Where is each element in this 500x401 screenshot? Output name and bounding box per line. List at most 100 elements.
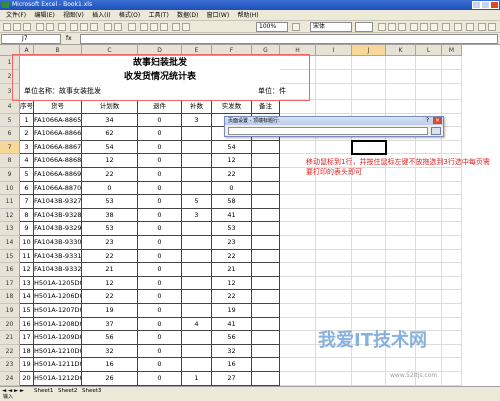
- table-data-cell[interactable]: 53: [212, 222, 252, 236]
- grid-cell[interactable]: [352, 56, 386, 70]
- table-data-cell[interactable]: H501A-1209D0: [34, 331, 82, 345]
- table-data-cell[interactable]: [182, 222, 212, 236]
- grid-cell[interactable]: [316, 290, 352, 304]
- table-data-cell[interactable]: 19: [20, 358, 34, 372]
- column-header-g[interactable]: G: [252, 45, 280, 56]
- table-header-cell[interactable]: 备注: [252, 100, 280, 114]
- table-data-cell[interactable]: [252, 344, 280, 359]
- table-data-cell[interactable]: 0: [138, 331, 182, 345]
- table-data-cell[interactable]: [182, 276, 212, 291]
- grid-cell[interactable]: [316, 181, 352, 196]
- table-data-cell[interactable]: 22: [82, 168, 138, 182]
- menu-file[interactable]: 文件(F): [6, 10, 26, 21]
- table-data-cell[interactable]: H501A-1212D0: [34, 372, 82, 386]
- table-data-cell[interactable]: 2: [20, 127, 34, 141]
- grid-cell[interactable]: [442, 317, 462, 332]
- table-data-cell[interactable]: 0: [138, 140, 182, 155]
- row-header-11[interactable]: 11: [0, 195, 20, 209]
- column-header-h[interactable]: H: [280, 45, 316, 56]
- table-data-cell[interactable]: FA1066A-8870CE: [34, 181, 82, 196]
- grid-cell[interactable]: [416, 249, 442, 264]
- row-header-15[interactable]: 15: [0, 249, 20, 264]
- table-data-cell[interactable]: FA1066A-8866CE: [34, 127, 82, 141]
- grid-cell[interactable]: [442, 304, 462, 318]
- table-data-cell[interactable]: 0: [138, 249, 182, 264]
- grid-cell[interactable]: [416, 56, 442, 70]
- table-data-cell[interactable]: 0: [138, 208, 182, 223]
- table-data-cell[interactable]: [182, 249, 212, 264]
- grid-cell[interactable]: [316, 358, 352, 372]
- grid-cell[interactable]: [352, 304, 386, 318]
- table-data-cell[interactable]: 56: [212, 331, 252, 345]
- align-center-icon[interactable]: [420, 23, 428, 31]
- grid-cell[interactable]: [280, 331, 316, 345]
- column-header-f[interactable]: F: [212, 45, 252, 56]
- table-data-cell[interactable]: 26: [82, 372, 138, 386]
- font-size-select[interactable]: [355, 22, 373, 32]
- row-header-8[interactable]: 8: [0, 154, 20, 168]
- grid-cell[interactable]: [442, 236, 462, 250]
- row-header-4[interactable]: 4: [0, 100, 20, 114]
- grid-cell[interactable]: [442, 70, 462, 84]
- grid-cell[interactable]: [386, 140, 416, 155]
- grid-cell[interactable]: [352, 181, 386, 196]
- grid-cell[interactable]: [316, 84, 352, 100]
- grid-cell[interactable]: [416, 100, 442, 114]
- table-data-cell[interactable]: 58: [212, 195, 252, 209]
- grid-cell[interactable]: [316, 195, 352, 209]
- table-data-cell[interactable]: 0: [138, 154, 182, 168]
- table-data-cell[interactable]: [182, 140, 212, 155]
- grid-cell[interactable]: [280, 358, 316, 372]
- table-data-cell[interactable]: 15: [20, 304, 34, 318]
- row-header-18[interactable]: 18: [0, 290, 20, 304]
- table-data-cell[interactable]: 34: [82, 113, 138, 128]
- grid-cell[interactable]: [386, 181, 416, 196]
- grid-cell[interactable]: [352, 100, 386, 114]
- grid-cell[interactable]: [316, 304, 352, 318]
- grid-cell[interactable]: [316, 140, 352, 155]
- table-data-cell[interactable]: 19: [82, 304, 138, 318]
- grid-cell[interactable]: [280, 208, 316, 223]
- menu-help[interactable]: 帮助(H): [237, 10, 258, 21]
- table-data-cell[interactable]: 38: [82, 208, 138, 223]
- table-data-cell[interactable]: 20: [20, 372, 34, 386]
- table-data-cell[interactable]: [182, 236, 212, 250]
- table-data-cell[interactable]: 21: [212, 263, 252, 277]
- table-header-cell[interactable]: 货号: [34, 100, 82, 114]
- table-data-cell[interactable]: 5: [20, 168, 34, 182]
- table-data-cell[interactable]: 5: [182, 195, 212, 209]
- table-data-cell[interactable]: 41: [212, 317, 252, 332]
- table-data-cell[interactable]: 16: [20, 317, 34, 332]
- grid-cell[interactable]: [416, 304, 442, 318]
- grid-cell[interactable]: [352, 84, 386, 100]
- table-data-cell[interactable]: 0: [138, 168, 182, 182]
- table-data-cell[interactable]: FA1043B-9330BE: [34, 236, 82, 250]
- table-data-cell[interactable]: 54: [212, 140, 252, 155]
- menu-view[interactable]: 视图(V): [63, 10, 84, 21]
- chart-wizard-icon[interactable]: [172, 23, 180, 31]
- merge-center-icon[interactable]: [442, 23, 450, 31]
- table-data-cell[interactable]: [252, 208, 280, 223]
- grid-cell[interactable]: [442, 56, 462, 70]
- grid-cell[interactable]: [442, 249, 462, 264]
- column-header-c[interactable]: C: [82, 45, 138, 56]
- spellcheck-icon[interactable]: [58, 23, 66, 31]
- table-data-cell[interactable]: 7: [20, 195, 34, 209]
- row-header-12[interactable]: 12: [0, 208, 20, 223]
- grid-cell[interactable]: [442, 358, 462, 372]
- table-data-cell[interactable]: 18: [20, 344, 34, 359]
- grid-cell[interactable]: [416, 195, 442, 209]
- table-data-cell[interactable]: FA1066A-8869CE: [34, 168, 82, 182]
- row-header-2[interactable]: 2: [0, 70, 20, 84]
- column-header-i[interactable]: I: [316, 45, 352, 56]
- table-data-cell[interactable]: [252, 290, 280, 304]
- select-all-corner[interactable]: [0, 45, 20, 56]
- row-header-16[interactable]: 16: [0, 263, 20, 277]
- menu-tools[interactable]: 工具(T): [148, 10, 168, 21]
- table-data-cell[interactable]: [252, 195, 280, 209]
- table-data-cell[interactable]: 41: [212, 208, 252, 223]
- grid-cell[interactable]: [416, 181, 442, 196]
- table-data-cell[interactable]: H501A-1211D0: [34, 358, 82, 372]
- paste-icon[interactable]: [90, 23, 98, 31]
- table-data-cell[interactable]: [182, 358, 212, 372]
